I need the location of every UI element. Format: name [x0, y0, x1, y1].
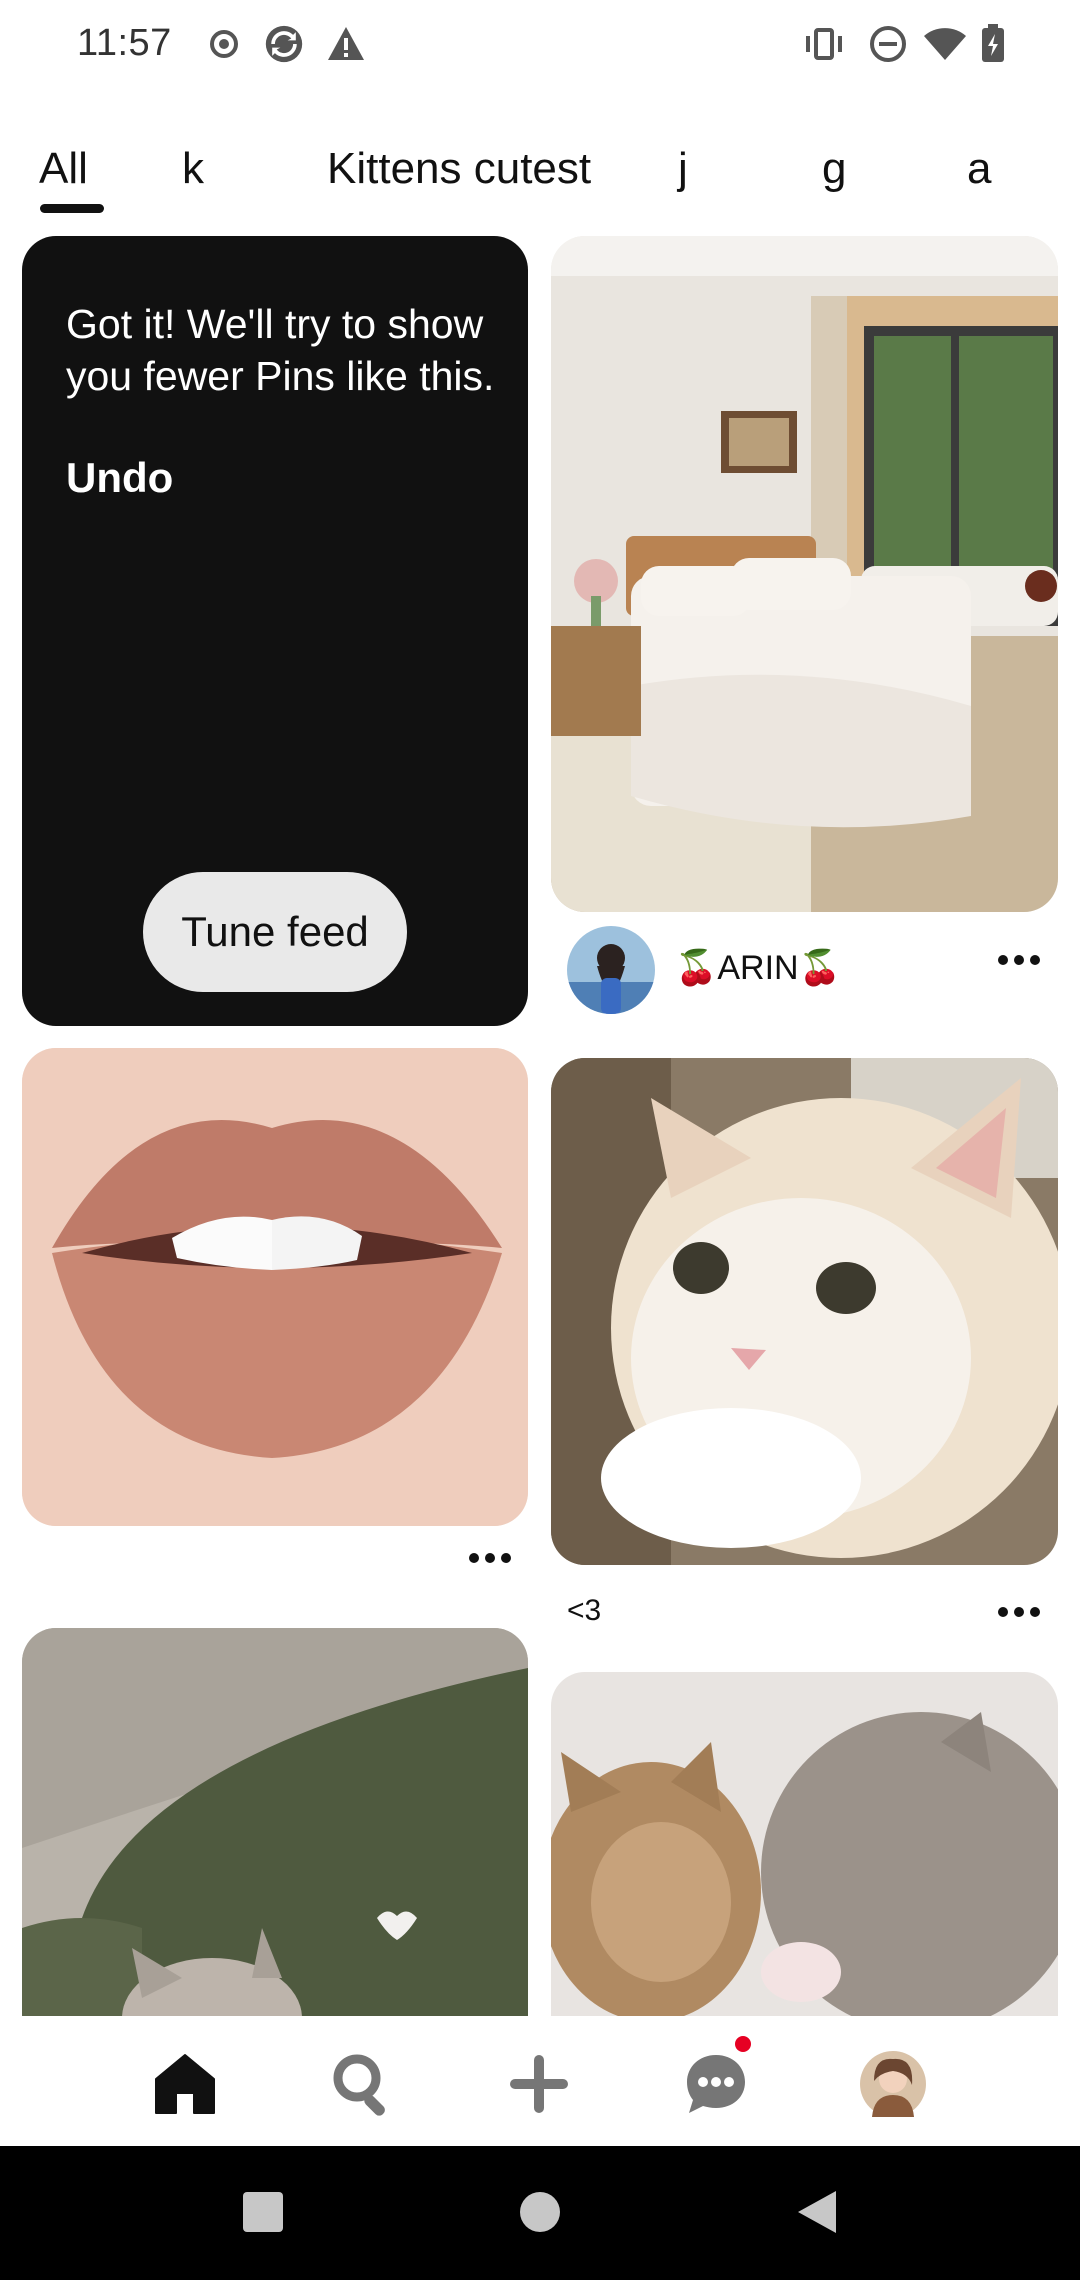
record-icon: [210, 30, 238, 58]
messages-icon[interactable]: [676, 2044, 756, 2124]
pin-image-two-kittens[interactable]: [551, 1672, 1058, 2016]
sync-app-icon: [265, 25, 303, 63]
profile-avatar[interactable]: [853, 2044, 933, 2124]
tab-g[interactable]: g: [822, 144, 846, 194]
active-tab-indicator: [40, 204, 104, 213]
wifi-icon: [924, 28, 966, 60]
recents-button[interactable]: [233, 2182, 293, 2242]
pin-title: <3: [567, 1594, 602, 1627]
battery-charging-icon: [982, 24, 1004, 62]
search-icon[interactable]: [323, 2044, 403, 2124]
do-not-disturb-icon: [870, 26, 906, 62]
tab-all[interactable]: All: [39, 144, 88, 194]
pin-image-lips[interactable]: [22, 1048, 528, 1526]
back-button[interactable]: [787, 2182, 847, 2242]
more-options-icon[interactable]: [460, 1538, 520, 1578]
messages-badge: [735, 2036, 751, 2052]
bottom-nav: [0, 2016, 1080, 2146]
status-bar: 11:57: [0, 0, 1080, 90]
status-time: 11:57: [77, 22, 172, 64]
pin-image-bedroom[interactable]: [551, 236, 1058, 912]
home-button[interactable]: [510, 2182, 570, 2242]
tune-feed-button[interactable]: Tune feed: [143, 872, 407, 992]
sofa-kitten-photo: [22, 1628, 528, 2016]
system-nav-bar: [0, 2146, 1080, 2280]
vibrate-icon: [806, 28, 842, 60]
author-avatar[interactable]: [567, 926, 655, 1014]
pin-image-kitten[interactable]: [551, 1058, 1058, 1565]
two-kittens-photo: [551, 1672, 1058, 2016]
pin-meta-bedroom: 🍒ARIN🍒: [551, 926, 1058, 1016]
home-icon[interactable]: [145, 2044, 225, 2124]
more-options-icon[interactable]: [989, 1592, 1049, 1632]
tab-kittens-cutest[interactable]: Kittens cutest: [327, 144, 591, 194]
bedroom-photo: [551, 236, 1058, 912]
tab-k[interactable]: k: [182, 144, 204, 194]
notice-message: Got it! We'll try to show you fewer Pins…: [66, 301, 495, 399]
pin-image-sofa-kitten[interactable]: [22, 1628, 528, 2016]
tab-a[interactable]: a: [967, 144, 991, 194]
warning-icon: [328, 27, 364, 60]
tab-j[interactable]: j: [678, 144, 688, 194]
more-options-icon[interactable]: [989, 940, 1049, 980]
kitten-photo: [551, 1058, 1058, 1565]
undo-link[interactable]: Undo: [66, 454, 173, 502]
lips-photo: [22, 1048, 528, 1526]
pin-feed: Got it! We'll try to show you fewer Pins…: [0, 236, 1080, 2016]
board-tabs: All k Kittens cutest j g a: [0, 130, 1080, 220]
author-name[interactable]: 🍒ARIN🍒: [675, 948, 841, 988]
hidden-pin-notice-card: Got it! We'll try to show you fewer Pins…: [22, 236, 528, 1026]
pin-meta-kitten: <3: [551, 1572, 1058, 1662]
create-icon[interactable]: [499, 2044, 579, 2124]
